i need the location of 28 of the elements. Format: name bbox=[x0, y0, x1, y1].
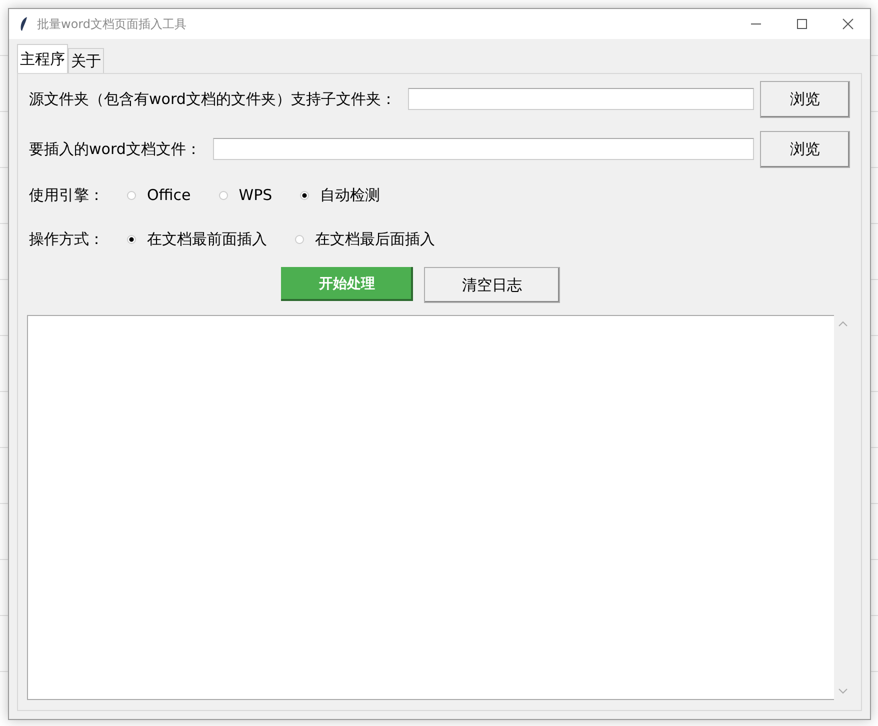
radio-option[interactable]: 自动检测 bbox=[300, 186, 380, 204]
engine-label: 使用引擎： bbox=[29, 186, 105, 204]
radio-label: 自动检测 bbox=[320, 186, 380, 204]
source-folder-label: 源文件夹（包含有word文档的文件夹）支持子文件夹： bbox=[29, 90, 396, 108]
browse-button[interactable]: 浏览 bbox=[760, 130, 850, 168]
insert-file-label: 要插入的word文档文件： bbox=[29, 140, 201, 158]
radio-option[interactable]: WPS bbox=[218, 186, 272, 204]
radio-label: WPS bbox=[238, 186, 272, 204]
radio-icon[interactable] bbox=[127, 234, 136, 244]
window-title: 批量word文档页面插入工具 bbox=[37, 16, 186, 32]
radio-icon[interactable] bbox=[295, 234, 304, 244]
close-icon[interactable] bbox=[842, 18, 854, 30]
maximize-icon[interactable] bbox=[796, 18, 808, 30]
clear-log-button[interactable]: 清空日志 bbox=[424, 267, 560, 303]
radio-icon[interactable] bbox=[300, 190, 310, 200]
tab[interactable]: 关于 bbox=[68, 48, 104, 73]
radio-icon[interactable] bbox=[127, 190, 136, 200]
scroll-up-icon[interactable] bbox=[838, 321, 848, 327]
scroll-down-icon[interactable] bbox=[838, 688, 848, 694]
mode-label: 操作方式： bbox=[29, 230, 105, 248]
tab[interactable]: 主程序 bbox=[17, 44, 68, 73]
radio-icon[interactable] bbox=[218, 190, 228, 200]
browse-button[interactable]: 浏览 bbox=[760, 80, 850, 118]
radio-label: Office bbox=[147, 186, 191, 204]
radio-option[interactable]: Office bbox=[127, 186, 191, 204]
feather-icon bbox=[19, 16, 29, 32]
insert-file-field[interactable] bbox=[212, 138, 754, 160]
source-folder-field[interactable] bbox=[408, 88, 754, 110]
